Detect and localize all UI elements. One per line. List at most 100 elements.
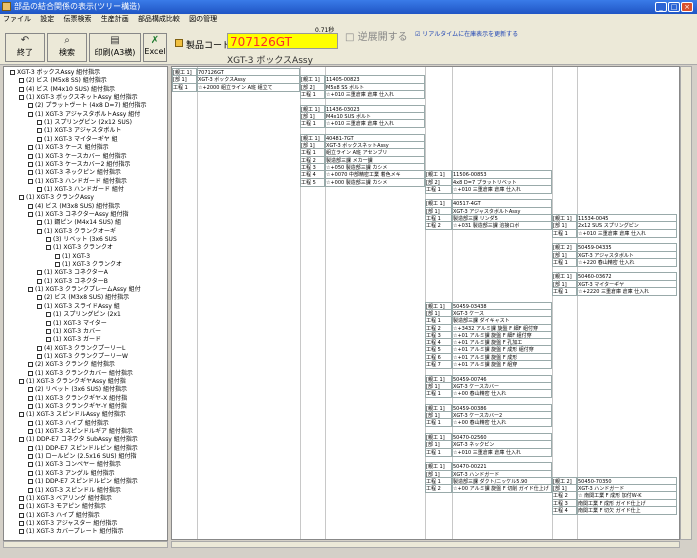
tree-node-checkbox[interactable]: [19, 86, 24, 92]
tree-node-checkbox[interactable]: [28, 145, 33, 151]
tree-node[interactable]: XGT-3 ボックスAssy 組付指示: [10, 69, 100, 77]
tree-node[interactable]: (1) XGT-3 クランクプレームAssy 組付: [28, 286, 141, 294]
tree-node[interactable]: (1) XGT-3 ケースカバー2 組付指示: [28, 161, 130, 169]
menu-file[interactable]: ファイル: [3, 15, 31, 23]
tree-node[interactable]: (1) DDP-E7 スピンドルピン 組付指示: [28, 445, 138, 453]
tree-node[interactable]: (1) XGT-3 クランクギヤ-X 組付指: [28, 395, 127, 403]
tree-node-checkbox[interactable]: [19, 520, 24, 526]
tree-node[interactable]: (1) XGT-3 クランクギヤAssy 組付指: [19, 378, 126, 386]
tree-node-checkbox[interactable]: [28, 454, 33, 460]
tree-node-checkbox[interactable]: [28, 362, 33, 368]
tree-node-checkbox[interactable]: [46, 245, 51, 251]
tree-node[interactable]: (1) XGT-3 クランクオ: [46, 244, 113, 252]
tree-node-checkbox[interactable]: [37, 270, 42, 276]
tree-node-checkbox[interactable]: [28, 161, 33, 167]
tree-node-checkbox[interactable]: [28, 203, 33, 209]
tree-node-checkbox[interactable]: [19, 504, 24, 510]
tree-horizontal-scrollbar[interactable]: [3, 541, 168, 548]
tree-node[interactable]: (1) XGT-3 クランクギヤ-Y 組付指: [28, 403, 127, 411]
tree-node[interactable]: (1) DDP-E7 スピンドルピン 組付指示: [28, 478, 138, 486]
tree-node-checkbox[interactable]: [28, 479, 33, 485]
tree-node[interactable]: (1) XGT-3 ベアリング 組付指示: [19, 495, 112, 503]
tree-node-checkbox[interactable]: [19, 95, 24, 101]
tree-node-checkbox[interactable]: [46, 328, 51, 334]
reverse-expand-checkbox[interactable]: □ 逆展開する: [345, 28, 408, 43]
menu-production-plan[interactable]: 生産計画: [101, 15, 129, 23]
bom-tree[interactable]: XGT-3 ボックスAssy 組付指示 (2) ビス (M5x8 SS) 組付指示…: [3, 66, 168, 541]
tree-node[interactable]: (2) ビス (M5x8 SS) 組付指示: [19, 77, 107, 85]
tree-node[interactable]: (1) XGT-3 カバー: [46, 328, 101, 336]
tree-node-checkbox[interactable]: [46, 237, 51, 242]
close-button[interactable]: ×: [681, 2, 693, 12]
tree-node-checkbox[interactable]: [28, 153, 33, 159]
excel-button[interactable]: ✗ Excel: [143, 33, 167, 62]
tree-node-checkbox[interactable]: [28, 420, 33, 426]
tree-node-checkbox[interactable]: [28, 178, 33, 184]
tree-node-checkbox[interactable]: [28, 395, 33, 401]
tree-node[interactable]: (1) XGT-3 ボックスネットAssy 組付指示: [19, 94, 138, 102]
tree-node-checkbox[interactable]: [37, 220, 42, 226]
tree-node[interactable]: (3) リベット (3x6 SUS: [46, 236, 117, 244]
tree-node[interactable]: (1) XGT-3 クランクプーリーW: [37, 353, 128, 361]
tree-node[interactable]: (1) XGT-3 ハンドガード 組付: [37, 186, 124, 194]
product-code-field[interactable]: 707126GT: [227, 33, 338, 49]
tree-node[interactable]: (1) スプリングピン (2x1: [46, 311, 121, 319]
tree-node[interactable]: (4) ビス (M3x8 SUS) 組付指示: [28, 203, 120, 211]
tree-node[interactable]: (1) XGT-3 マイターギヤ 組: [37, 136, 118, 144]
tree-node[interactable]: (1) XGT-3: [55, 253, 90, 261]
tree-node-checkbox[interactable]: [37, 345, 42, 351]
tree-node-checkbox[interactable]: [19, 378, 24, 384]
tree-node-checkbox[interactable]: [28, 111, 33, 117]
tree-node-checkbox[interactable]: [28, 287, 33, 293]
tree-node-checkbox[interactable]: [37, 295, 42, 301]
tree-node-checkbox[interactable]: [28, 103, 33, 109]
maximize-button[interactable]: □: [668, 2, 680, 12]
tree-node[interactable]: (1) XGT-3 コネクターB: [37, 278, 108, 286]
tree-node[interactable]: (1) XGT-3 クランクオーギ: [37, 228, 116, 236]
tree-node-checkbox[interactable]: [28, 445, 33, 451]
search-button[interactable]: ⌕ 検索: [47, 33, 87, 62]
tree-node[interactable]: (1) XGT-3 ケース 組付指示: [28, 144, 109, 152]
tree-node-checkbox[interactable]: [37, 136, 42, 142]
tree-node-checkbox[interactable]: [28, 429, 33, 435]
tree-node[interactable]: (1) XGT-3 ネックピン 組付指示: [28, 169, 121, 177]
tree-node[interactable]: (2) プラットヴート (4x8 D=7) 組付指示: [28, 102, 146, 110]
tree-node-checkbox[interactable]: [46, 320, 51, 326]
tree-node-checkbox[interactable]: [37, 278, 42, 284]
tree-node-checkbox[interactable]: [28, 370, 33, 376]
tree-node[interactable]: (1) XGT-3 ハイプ 組付指示: [19, 512, 100, 520]
tree-node[interactable]: (1) XGT-3 スライドAssy 組: [37, 303, 120, 311]
tree-node-checkbox[interactable]: [37, 228, 42, 234]
tree-node[interactable]: (4) ビス (M4x10 SUS) 組付指示: [19, 86, 115, 94]
tree-node[interactable]: (1) XGT-3 マイター: [46, 320, 107, 328]
tree-node[interactable]: (4) XGT-3 クランクプーリーL: [37, 345, 125, 353]
exit-button[interactable]: ↶ 終了: [5, 33, 45, 62]
tree-node[interactable]: (1) XGT-3 モアピン 組付指示: [19, 503, 106, 511]
tree-node[interactable]: (1) XGT-3 カバープレート 組付指示: [19, 528, 124, 536]
tree-node-checkbox[interactable]: [28, 211, 33, 217]
tree-node-checkbox[interactable]: [37, 353, 42, 359]
tree-node-checkbox[interactable]: [28, 404, 33, 409]
grid-horizontal-scrollbar[interactable]: [171, 541, 680, 548]
minimize-button[interactable]: _: [655, 2, 667, 12]
tree-node[interactable]: (1) XGT-3 クランクカバー 組付指示: [28, 370, 133, 378]
tree-node-checkbox[interactable]: [19, 529, 24, 535]
tree-node-checkbox[interactable]: [19, 495, 24, 501]
tree-node[interactable]: (2) ビス (M3x8 SUS) 組付指示: [37, 294, 129, 302]
tree-node[interactable]: (1) XGT-3 スピンドル 組付指示: [28, 487, 121, 495]
tree-node-checkbox[interactable]: [19, 78, 24, 84]
tree-node-checkbox[interactable]: [46, 337, 51, 343]
tree-node-checkbox[interactable]: [28, 387, 33, 393]
tree-node-checkbox[interactable]: [37, 186, 42, 192]
tree-node-checkbox[interactable]: [10, 70, 15, 75]
tree-node-checkbox[interactable]: [19, 512, 24, 518]
tree-node-checkbox[interactable]: [28, 170, 33, 176]
tree-node[interactable]: (1) 鋼ピン (M4x14 SUS) 組: [37, 219, 121, 227]
tree-node[interactable]: (1) XGT-3 クランクAssy: [19, 194, 94, 202]
grid-vertical-scrollbar[interactable]: [680, 66, 692, 540]
tree-node[interactable]: (1) XGT-3 ハイプ 組付指示: [28, 420, 109, 428]
menu-slip-search[interactable]: 伝票検索: [63, 15, 91, 23]
tree-node-checkbox[interactable]: [37, 303, 42, 309]
tree-node-checkbox[interactable]: [55, 262, 60, 268]
menu-settings[interactable]: 設定: [40, 15, 54, 23]
